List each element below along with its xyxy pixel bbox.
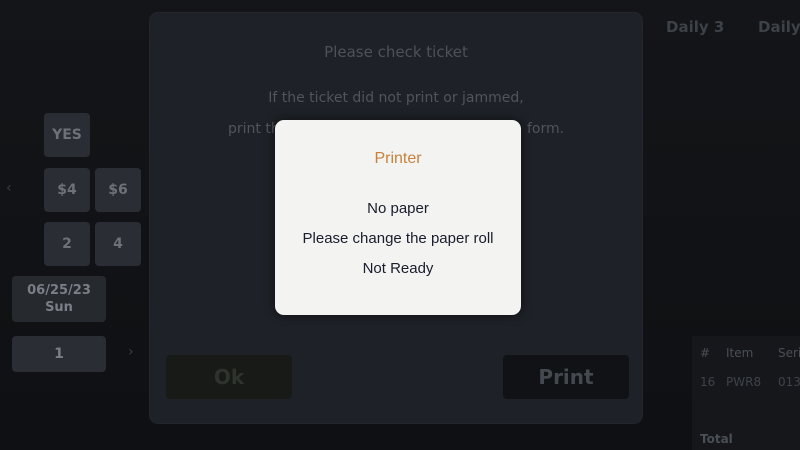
dialog-message-line2-start: print th [228,121,280,137]
alert-message-change-roll: Please change the paper roll [302,230,494,247]
amount-6-key[interactable]: $6 [95,168,141,212]
amount-4-key[interactable]: $4 [44,168,90,212]
row-item: PWR8 [726,375,762,389]
row-number: 16 [700,375,716,389]
ok-button[interactable]: Ok [166,355,292,399]
yes-key[interactable]: YES [44,113,90,157]
tab-daily-3[interactable]: Daily 3 [666,18,724,36]
column-item-header: Item [726,346,754,360]
dialog-title: Please check ticket [324,43,468,61]
draw-date[interactable]: 06/25/23 Sun [12,276,106,322]
column-number-header: # [700,346,711,360]
alert-message-not-ready: Not Ready [362,260,434,277]
dialog-message-line2-end: form. [527,121,565,137]
number-4-key[interactable]: 4 [95,222,141,266]
tab-daily[interactable]: Daily [758,18,800,36]
dialog-message-line1: If the ticket did not print or jammed, [268,90,524,106]
date-value: 06/25/23 [27,283,91,298]
chevron-right-icon[interactable]: › [128,344,134,360]
day-value: Sun [45,300,73,315]
chevron-left-icon[interactable]: ‹ [6,180,12,196]
print-button[interactable]: Print [503,355,629,399]
alert-title: Printer [374,150,422,167]
row-serial: 013 [778,375,800,389]
number-2-key[interactable]: 2 [44,222,90,266]
quantity-field[interactable]: 1 [12,336,106,372]
total-label: Total [700,432,733,446]
printer-alert: Printer No paper Please change the paper… [275,120,521,315]
column-serial-header: Seri [778,346,800,360]
alert-message-no-paper: No paper [367,200,429,217]
